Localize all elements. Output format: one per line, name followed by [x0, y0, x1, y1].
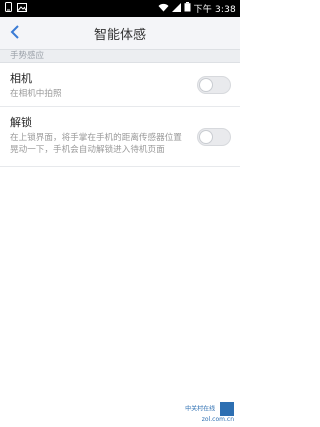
app-bar: 智能体感: [0, 17, 240, 49]
watermark-line2: zol.com.cn: [201, 416, 234, 423]
signal-icon: [171, 2, 181, 15]
toggle-knob: [199, 130, 213, 144]
setting-row-unlock[interactable]: 解锁 在上锁界面，将手掌在手机的距离传感器位置晃动一下，手机会自动解锁进入待机页…: [0, 107, 240, 167]
back-button[interactable]: [4, 22, 26, 44]
status-left: [4, 2, 27, 15]
status-right: 下午 3:38: [158, 2, 236, 15]
toggle-knob: [199, 78, 213, 92]
setting-desc-unlock: 在上锁界面，将手掌在手机的距离传感器位置晃动一下，手机会自动解锁进入待机页面: [10, 133, 182, 155]
watermark-line1: 中关村在线: [185, 405, 216, 413]
wifi-icon: [158, 3, 169, 15]
zol-logo-icon: [220, 402, 234, 416]
section-header: 手势感应: [0, 49, 240, 63]
setting-row-camera[interactable]: 相机 在相机中拍照: [0, 63, 240, 107]
camera-toggle[interactable]: [197, 76, 231, 94]
image-icon: [17, 2, 27, 15]
battery-icon: [184, 2, 191, 15]
watermark: 中关村在线 zol.com.cn: [185, 402, 234, 423]
chevron-left-icon: [10, 24, 20, 43]
status-time: 下午 3:38: [193, 5, 236, 15]
setting-title-unlock: 解锁: [10, 116, 32, 129]
setting-desc-camera: 在相机中拍照: [10, 89, 62, 99]
unlock-toggle[interactable]: [197, 128, 231, 146]
page-title: 智能体感: [93, 27, 146, 43]
phone-icon: [4, 2, 13, 15]
status-bar: 下午 3:38: [0, 0, 240, 17]
